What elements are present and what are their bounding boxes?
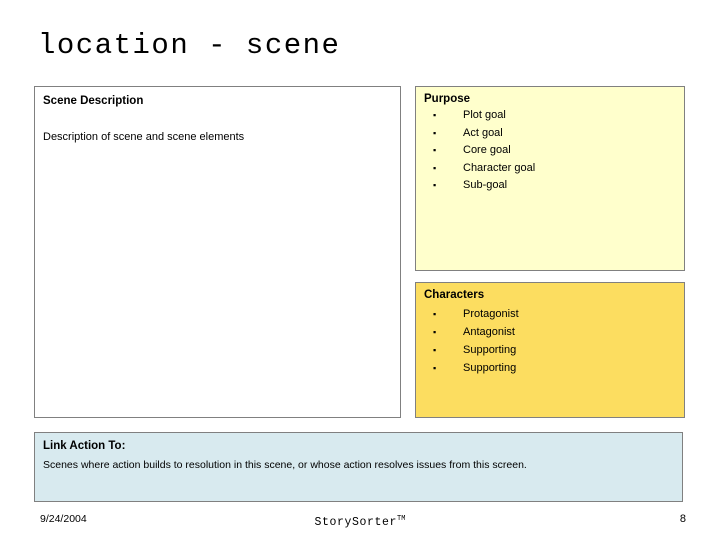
footer-brand: StorySorterTM — [0, 512, 720, 530]
list-item-label: Act goal — [463, 126, 503, 139]
list-item: ▪ Character goal — [424, 160, 678, 178]
list-item-label: Supporting — [463, 362, 517, 374]
list-item-label: Antagonist — [463, 326, 515, 338]
link-action-heading: Link Action To: — [43, 440, 126, 452]
list-item-label: Core goal — [463, 144, 511, 156]
list-item: ▪ Protagonist — [424, 305, 678, 323]
list-item: ▪ Core goal — [424, 142, 678, 160]
list-item: ▪ Supporting — [424, 359, 678, 377]
characters-heading: Characters — [424, 289, 485, 301]
purpose-bullet-list: ▪ Plot goal ▪ Act goal ▪ Core goal ▪ Cha… — [424, 107, 678, 195]
bullet-square-icon: ▪ — [433, 127, 437, 138]
page-title: location - scene — [38, 29, 341, 62]
trademark-icon: TM — [397, 515, 406, 523]
bullet-square-icon: ▪ — [433, 363, 437, 373]
link-action-panel: Link Action To: Scenes where action buil… — [34, 432, 683, 502]
bullet-square-icon: ▪ — [433, 145, 437, 155]
list-item-label: Sub-goal — [463, 179, 508, 191]
bullet-square-icon: ▪ — [433, 162, 437, 173]
list-item-label: Supporting — [463, 344, 517, 356]
list-item-label: Plot goal — [463, 109, 506, 121]
characters-panel: Characters ▪ Protagonist ▪ Antagonist ▪ … — [415, 282, 685, 418]
bullet-square-icon: ▪ — [433, 110, 437, 120]
list-item-label: Character goal — [463, 161, 536, 174]
list-item: ▪ Supporting — [424, 341, 678, 359]
scene-description-heading: Scene Description — [43, 95, 144, 107]
footer-page-number: 8 — [679, 513, 686, 525]
bullet-square-icon: ▪ — [433, 309, 437, 319]
bullet-square-icon: ▪ — [433, 180, 437, 190]
scene-description-panel: Scene Description Description of scene a… — [34, 86, 401, 418]
purpose-panel: Purpose ▪ Plot goal ▪ Act goal ▪ Core go… — [415, 86, 685, 271]
footer-brand-label: StorySorter — [314, 516, 398, 529]
bullet-square-icon: ▪ — [433, 327, 437, 337]
list-item: ▪ Antagonist — [424, 323, 678, 341]
purpose-heading: Purpose — [424, 93, 471, 105]
list-item: ▪ Sub-goal — [424, 177, 678, 195]
list-item: ▪ Plot goal — [424, 107, 678, 125]
list-item: ▪ Act goal — [424, 125, 678, 143]
bullet-square-icon: ▪ — [433, 345, 437, 355]
characters-bullet-list: ▪ Protagonist ▪ Antagonist ▪ Supporting … — [424, 305, 678, 377]
list-item-label: Protagonist — [463, 308, 519, 320]
slide-footer: 9/24/2004 StorySorterTM 8 — [0, 512, 720, 532]
scene-description-body: Description of scene and scene elements — [43, 131, 245, 143]
link-action-body: Scenes where action builds to resolution… — [43, 459, 527, 471]
